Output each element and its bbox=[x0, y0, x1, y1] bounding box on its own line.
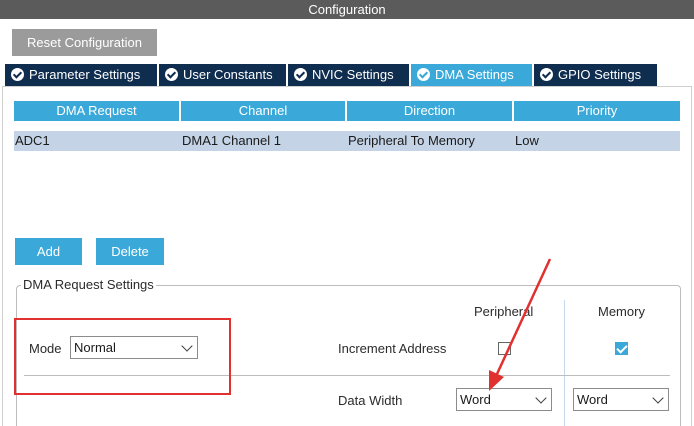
tab-dma-settings[interactable]: DMA Settings bbox=[411, 64, 532, 86]
check-circle-icon bbox=[11, 68, 24, 81]
window-title: Configuration bbox=[0, 0, 694, 19]
check-circle-icon bbox=[165, 68, 178, 81]
tab-label: DMA Settings bbox=[435, 67, 514, 82]
configuration-window: Configuration Reset Configuration Parame… bbox=[0, 0, 694, 426]
column-header-priority[interactable]: Priority bbox=[514, 101, 680, 121]
tab-user-constants[interactable]: User Constants bbox=[159, 64, 286, 86]
annotation-highlight-box bbox=[14, 318, 231, 395]
cell-direction: Peripheral To Memory bbox=[348, 133, 475, 148]
data-width-label: Data Width bbox=[338, 393, 403, 408]
column-header-direction[interactable]: Direction bbox=[347, 101, 512, 121]
group-title: DMA Request Settings bbox=[21, 277, 156, 292]
tab-gpio-settings[interactable]: GPIO Settings bbox=[534, 64, 657, 86]
add-button[interactable]: Add bbox=[15, 238, 82, 265]
column-divider bbox=[564, 300, 565, 426]
check-circle-icon bbox=[417, 68, 430, 81]
cell-dma-request: ADC1 bbox=[15, 133, 50, 148]
tab-label: NVIC Settings bbox=[312, 67, 394, 82]
data-width-peripheral-select[interactable]: Word bbox=[456, 388, 552, 411]
check-circle-icon bbox=[294, 68, 307, 81]
increment-address-label: Increment Address bbox=[338, 341, 447, 356]
settings-tabs: Parameter Settings User Constants NVIC S… bbox=[0, 64, 694, 86]
tab-label: User Constants bbox=[183, 67, 273, 82]
peripheral-column-header: Peripheral bbox=[474, 304, 534, 319]
delete-button[interactable]: Delete bbox=[96, 238, 164, 265]
cell-channel: DMA1 Channel 1 bbox=[182, 133, 281, 148]
select-value: Word bbox=[460, 392, 491, 407]
tab-label: Parameter Settings bbox=[29, 67, 141, 82]
tab-nvic-settings[interactable]: NVIC Settings bbox=[288, 64, 409, 86]
column-header-channel[interactable]: Channel bbox=[181, 101, 345, 121]
reset-configuration-button[interactable]: Reset Configuration bbox=[12, 29, 157, 56]
increment-memory-checkbox[interactable] bbox=[615, 342, 628, 355]
check-circle-icon bbox=[540, 68, 553, 81]
increment-peripheral-checkbox[interactable] bbox=[498, 342, 511, 355]
dma-table-header: DMA Request Channel Direction Priority bbox=[14, 101, 680, 121]
select-value: Word bbox=[577, 392, 608, 407]
memory-column-header: Memory bbox=[598, 304, 645, 319]
data-width-memory-select[interactable]: Word bbox=[573, 388, 669, 411]
chevron-down-icon bbox=[535, 392, 547, 404]
tab-label: GPIO Settings bbox=[558, 67, 642, 82]
cell-priority: Low bbox=[515, 133, 539, 148]
column-header-dma-request[interactable]: DMA Request bbox=[14, 101, 179, 121]
table-row[interactable]: ADC1 DMA1 Channel 1 Peripheral To Memory… bbox=[14, 131, 680, 151]
chevron-down-icon bbox=[652, 392, 664, 404]
tab-parameter-settings[interactable]: Parameter Settings bbox=[5, 64, 157, 86]
